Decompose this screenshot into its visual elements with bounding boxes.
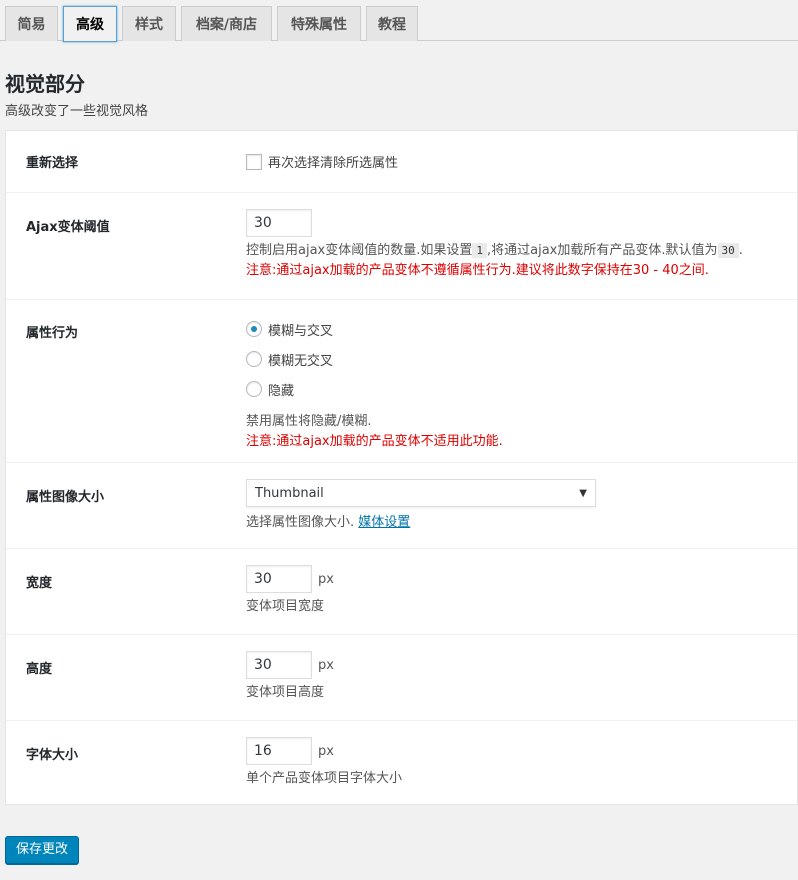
image-size-field: Thumbnail ▼ 选择属性图像大小. 媒体设置 — [246, 479, 596, 533]
radio-blur-cross-label[interactable]: 模糊与交叉 — [268, 320, 333, 339]
settings-tabs: 简易 高级 样式 档案/商店 特殊属性 教程 — [0, 0, 798, 42]
row-reselect: 重新选择 再次选择清除所选属性 — [6, 131, 797, 193]
row-width: 宽度 30 px 变体项目宽度 — [6, 549, 797, 635]
height-description: 变体项目高度 — [246, 685, 325, 700]
row-attribute-behavior: 属性行为 模糊与交叉 模糊无交叉 隐藏 禁用属性将隐藏/模糊. 注意:通过aja… — [6, 300, 797, 463]
behavior-option-blur-no-cross[interactable]: 模糊无交叉 — [246, 344, 503, 374]
attribute-behavior-warning: 注意:通过ajax加载的产品变体不适用此功能. — [246, 434, 503, 449]
reselect-checkbox[interactable] — [246, 153, 262, 170]
image-size-selected-value: Thumbnail — [255, 485, 324, 501]
behavior-option-blur-cross[interactable]: 模糊与交叉 — [246, 314, 503, 344]
row-ajax-threshold: Ajax变体阈值 30 控制启用ajax变体阈值的数量.如果设置 1 ,将通过aja… — [6, 193, 797, 300]
section-description: 高级改变了一些视觉风格 — [5, 104, 149, 119]
reselect-field: 再次选择清除所选属性 — [246, 152, 398, 171]
radio-hide-label[interactable]: 隐藏 — [268, 380, 294, 399]
reselect-label: 重新选择 — [26, 156, 79, 171]
height-input[interactable]: 30 — [246, 651, 312, 679]
row-height: 高度 30 px 变体项目高度 — [6, 635, 797, 721]
row-font-size: 字体大小 16 px 单个产品变体项目字体大小 — [6, 721, 797, 806]
tab-style[interactable]: 样式 — [122, 6, 176, 41]
media-settings-link[interactable]: 媒体设置 — [358, 515, 410, 530]
radio-blur-cross[interactable] — [246, 321, 262, 337]
tab-advanced[interactable]: 高级 — [63, 6, 117, 42]
ajax-threshold-field: 30 控制启用ajax变体阈值的数量.如果设置 1 ,将通过ajax加载所有产品变体… — [246, 209, 786, 281]
radio-blur-no-cross[interactable] — [246, 351, 262, 367]
tab-special-attributes[interactable]: 特殊属性 — [277, 6, 361, 41]
height-unit: px — [318, 657, 334, 673]
ajax-threshold-input[interactable]: 30 — [246, 209, 312, 237]
width-unit: px — [318, 571, 334, 587]
section-title: 视觉部分 — [5, 72, 85, 96]
width-label: 宽度 — [26, 576, 53, 591]
reselect-checkbox-label[interactable]: 再次选择清除所选属性 — [268, 156, 398, 171]
width-field: 30 px 变体项目宽度 — [246, 565, 334, 617]
radio-blur-no-cross-label[interactable]: 模糊无交叉 — [268, 350, 333, 369]
width-description: 变体项目宽度 — [246, 599, 325, 614]
ajax-threshold-description: 控制启用ajax变体阈值的数量.如果设置 1 ,将通过ajax加载所有产品变体.默认… — [246, 243, 743, 258]
font-size-description: 单个产品变体项目字体大小 — [246, 771, 403, 786]
row-image-size: 属性图像大小 Thumbnail ▼ 选择属性图像大小. 媒体设置 — [6, 463, 797, 549]
height-label: 高度 — [26, 662, 53, 677]
width-input[interactable]: 30 — [246, 565, 312, 593]
attribute-behavior-label: 属性行为 — [26, 326, 79, 341]
behavior-option-hide[interactable]: 隐藏 — [246, 374, 503, 404]
save-button[interactable]: 保存更改 — [5, 836, 80, 864]
font-size-input[interactable]: 16 — [246, 737, 312, 765]
radio-hide[interactable] — [246, 381, 262, 397]
tab-basic[interactable]: 简易 — [5, 6, 58, 41]
settings-panel: 重新选择 再次选择清除所选属性 Ajax变体阈值 30 控制启用ajax变体阈值… — [5, 130, 798, 805]
chevron-down-icon: ▼ — [579, 487, 587, 499]
ajax-threshold-warning: 注意:通过ajax加载的产品变体不遵循属性行为.建议将此数字保持在30 - 40… — [246, 263, 709, 278]
attribute-behavior-field: 模糊与交叉 模糊无交叉 隐藏 禁用属性将隐藏/模糊. 注意:通过ajax加载的产… — [246, 314, 503, 452]
image-size-description: 选择属性图像大小. 媒体设置 — [246, 515, 411, 530]
image-size-label: 属性图像大小 — [26, 490, 105, 505]
height-field: 30 px 变体项目高度 — [246, 651, 334, 703]
ajax-threshold-code-1: 1 — [472, 243, 487, 258]
tab-tutorial[interactable]: 教程 — [366, 6, 418, 41]
tab-archive-shop[interactable]: 档案/商店 — [181, 6, 272, 41]
font-size-label: 字体大小 — [26, 748, 79, 763]
font-size-field: 16 px 单个产品变体项目字体大小 — [246, 737, 402, 789]
ajax-threshold-code-2: 30 — [717, 243, 739, 258]
ajax-threshold-label: Ajax变体阈值 — [26, 220, 110, 235]
image-size-select[interactable]: Thumbnail ▼ — [246, 479, 596, 507]
attribute-behavior-description: 禁用属性将隐藏/模糊. — [246, 414, 372, 429]
font-size-unit: px — [318, 743, 334, 759]
